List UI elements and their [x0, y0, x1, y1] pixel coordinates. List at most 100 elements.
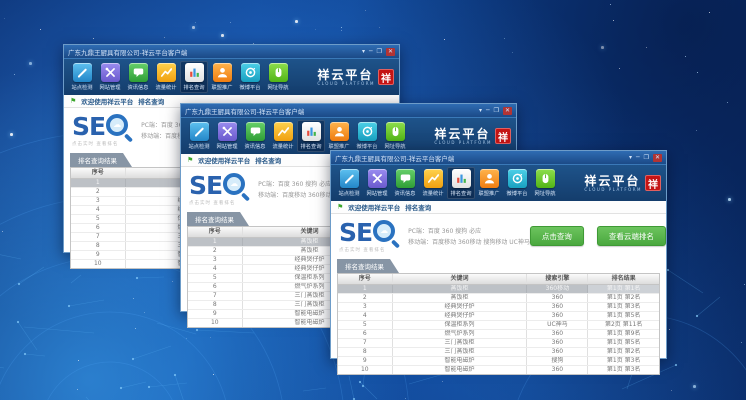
table-row[interactable]: 3经典煲仔炉360第1页 第3名: [338, 303, 659, 312]
breadcrumb-welcome: 欢迎使用祥云平台: [198, 155, 250, 165]
cell-no: 9: [71, 251, 126, 259]
results-tab[interactable]: 排名查询结果: [337, 259, 399, 273]
toolbar-item-label: 微博平台: [240, 83, 261, 91]
cell-no: 8: [71, 242, 126, 250]
brand-text: 祥云平台 CLOUD PLATFORM: [584, 175, 642, 192]
titlebar[interactable]: 广东九鼎王厨具有限公司-祥云平台客户端 ▾ ─ ❐ ✕: [181, 104, 516, 117]
query-button[interactable]: 点击查询: [530, 226, 584, 246]
maximize-button[interactable]: ❐: [494, 107, 499, 115]
toolbar-item-news-message[interactable]: 资讯信息: [391, 167, 419, 199]
toolbar-item-traffic-stats[interactable]: 流量统计: [269, 120, 297, 152]
toolbar: 站点检测网站管理资讯信息流量统计排名查询联盟推广微博平台网址导航 祥云平台 CL…: [181, 117, 516, 154]
table-row[interactable]: 6燃气炉系列360第1页 第9名: [338, 330, 659, 339]
breadcrumb: ⚑ 欢迎使用祥云平台 排名查询: [331, 201, 666, 214]
toolbar-item-traffic-stats[interactable]: 流量统计: [419, 167, 447, 199]
seo-logo-text: SE: [339, 220, 372, 245]
toolbar-items: 站点检测网站管理资讯信息流量统计排名查询联盟推广微博平台网址导航: [335, 165, 559, 201]
seo-logo: SE ☁ 点击实时 查看排名: [72, 114, 132, 147]
titlebar[interactable]: 广东九鼎王厨具有限公司-祥云平台客户端 ▾ ─ ❐ ✕: [64, 45, 399, 58]
toolbar-item-site-manage[interactable]: 网站管理: [363, 167, 391, 199]
close-button[interactable]: ✕: [653, 154, 662, 162]
table-row[interactable]: 5保温柜系列UC神马第2页 第11名: [338, 321, 659, 330]
alliance-promo-icon: [330, 122, 349, 141]
star-dot: [693, 385, 696, 388]
cell-no: 7: [71, 233, 126, 241]
table-row[interactable]: 1蒸饭柜360移动第1页 第1名: [338, 285, 659, 294]
cell-engine: 搜狗: [527, 357, 588, 365]
toolbar-item-rank-query[interactable]: 排名查询: [447, 167, 475, 199]
results-tab[interactable]: 排名查询结果: [187, 212, 249, 226]
table-row[interactable]: 7三门蒸饭柜360第1页 第5名: [338, 339, 659, 348]
skin-button[interactable]: ▾: [479, 107, 482, 115]
magnifier-lens: ☁: [223, 173, 245, 195]
toolbar-item-weibo-platform[interactable]: 微博平台: [503, 167, 531, 199]
breadcrumb-welcome: 欢迎使用祥云平台: [81, 96, 133, 106]
star-dot: [10, 133, 13, 136]
results-tab[interactable]: 排名查询结果: [70, 153, 132, 167]
toolbar-item-alliance-promo[interactable]: 联盟推广: [208, 61, 236, 93]
toolbar-item-traffic-stats[interactable]: 流量统计: [152, 61, 180, 93]
column-header: 排名结果: [588, 274, 659, 284]
toolbar-item-rank-query[interactable]: 排名查询: [297, 120, 325, 152]
brand-seal-icon: 祥: [378, 69, 394, 85]
titlebar[interactable]: 广东九鼎王厨具有限公司-祥云平台客户端 ▾ ─ ❐ ✕: [331, 151, 666, 164]
rank-results-table: 序号关键词搜索引擎排名结果 1蒸饭柜360移动第1页 第1名2蒸饭柜360第1页…: [337, 273, 660, 375]
magnifier-icon: ☁: [106, 114, 132, 140]
toolbar-item-site-check[interactable]: 站点检测: [185, 120, 213, 152]
cell-no: 8: [188, 301, 243, 309]
cell-no: 8: [338, 348, 393, 356]
toolbar-item-site-nav[interactable]: 网址导航: [381, 120, 409, 152]
toolbar-item-alliance-promo[interactable]: 联盟推广: [475, 167, 503, 199]
toolbar-item-label: 资讯信息: [128, 83, 149, 91]
toolbar-item-site-nav[interactable]: 网址导航: [531, 167, 559, 199]
cell-no: 6: [188, 283, 243, 291]
brand-name: 祥云平台: [584, 175, 642, 187]
magnifier-lens: ☁: [373, 220, 395, 242]
cell-no: 4: [338, 312, 393, 320]
table-row[interactable]: 4经典煲仔炉360第1页 第5名: [338, 312, 659, 321]
site-manage-icon: [101, 63, 120, 82]
toolbar-item-site-check[interactable]: 站点检测: [68, 61, 96, 93]
cell-no: 6: [71, 224, 126, 232]
cell-no: 1: [188, 238, 243, 246]
close-button[interactable]: ✕: [386, 48, 395, 56]
toolbar-item-site-manage[interactable]: 网站管理: [96, 61, 124, 93]
cloud-rank-button[interactable]: 查看云端排名: [597, 226, 666, 246]
toolbar-item-news-message[interactable]: 资讯信息: [124, 61, 152, 93]
toolbar-item-alliance-promo[interactable]: 联盟推广: [325, 120, 353, 152]
toolbar-item-weibo-platform[interactable]: 微博平台: [236, 61, 264, 93]
toolbar-item-label: 资讯信息: [245, 142, 266, 150]
cell-no: 10: [338, 366, 393, 374]
cell-engine: 360: [527, 339, 588, 347]
table-row[interactable]: 9智能电磁炉搜狗第1页 第3名: [338, 357, 659, 366]
toolbar-item-site-nav[interactable]: 网址导航: [264, 61, 292, 93]
close-button[interactable]: ✕: [503, 107, 512, 115]
breadcrumb-page: 排名查询: [405, 202, 431, 212]
minimize-button[interactable]: ─: [369, 48, 373, 56]
site-nav-icon: [536, 169, 555, 188]
toolbar-item-site-manage[interactable]: 网站管理: [213, 120, 241, 152]
minimize-button[interactable]: ─: [636, 154, 640, 162]
toolbar-item-news-message[interactable]: 资讯信息: [241, 120, 269, 152]
toolbar: 站点检测网站管理资讯信息流量统计排名查询联盟推广微博平台网址导航 祥云平台 CL…: [64, 58, 399, 95]
weibo-platform-icon: [358, 122, 377, 141]
table-row[interactable]: 8三门蒸饭柜360第1页 第2名: [338, 348, 659, 357]
table-row[interactable]: 2蒸饭柜360第1页 第2名: [338, 294, 659, 303]
seo-logo: SE ☁ 点击实时 查看排名: [339, 220, 399, 253]
toolbar-item-weibo-platform[interactable]: 微博平台: [353, 120, 381, 152]
skin-button[interactable]: ▾: [629, 154, 632, 162]
mobile-engines-line: 移动端：百度移动 360移动 搜狗移动 UC神马: [408, 237, 530, 246]
seo-panel: SE ☁ 点击实时 查看排名 PC端：百度 360 搜狗 必应 移动端：百度移动…: [331, 214, 666, 258]
cell-keyword: 智能电磁炉: [393, 366, 528, 374]
minimize-button[interactable]: ─: [486, 107, 490, 115]
table-row[interactable]: 10智能电磁炉360第1页 第3名: [338, 366, 659, 374]
skin-button[interactable]: ▾: [362, 48, 365, 56]
maximize-button[interactable]: ❐: [377, 48, 382, 56]
toolbar-item-rank-query[interactable]: 排名查询: [180, 61, 208, 93]
seo-logo-main: SE ☁: [339, 220, 399, 246]
window-controls: ▾ ─ ❐ ✕: [479, 107, 512, 115]
toolbar-item-site-check[interactable]: 站点检测: [335, 167, 363, 199]
maximize-button[interactable]: ❐: [644, 154, 649, 162]
cell-no: 10: [188, 319, 243, 327]
star-dot: [192, 26, 195, 29]
